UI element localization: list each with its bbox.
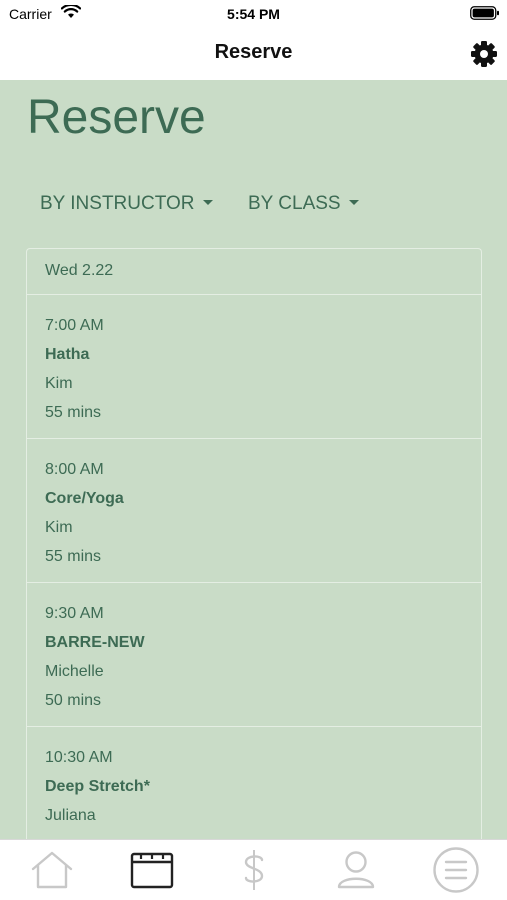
class-row[interactable]: 9:30 AM BARRE-NEW Michelle 50 mins (27, 583, 481, 727)
class-instructor: Michelle (45, 663, 104, 680)
class-row[interactable]: 7:00 AM Hatha Kim 55 mins (27, 295, 481, 439)
class-name: Core/Yoga (45, 490, 124, 507)
nav-title: Reserve (214, 41, 293, 63)
battery-icon (470, 6, 499, 20)
status-bar: Carrier 5:54 PM (0, 0, 507, 28)
class-instructor: Juliana (45, 807, 96, 824)
class-duration: 55 mins (45, 404, 102, 421)
caret-down-icon (348, 200, 359, 206)
class-instructor: Kim (45, 375, 73, 392)
class-time: 7:00 AM (45, 317, 104, 334)
class-row[interactable]: 10:30 AM Deep Stretch* Juliana (27, 727, 481, 839)
tab-pricing[interactable] (229, 848, 279, 892)
tab-profile[interactable] (331, 848, 381, 892)
caret-down-icon (202, 200, 213, 206)
nav-bar: Reserve (0, 28, 507, 80)
class-row[interactable]: 8:00 AM Core/Yoga Kim 55 mins (27, 439, 481, 583)
class-duration: 55 mins (45, 548, 102, 565)
class-name: Deep Stretch* (45, 778, 150, 795)
class-name: Hatha (45, 346, 90, 363)
filter-by-class-dropdown[interactable]: BY CLASS (248, 193, 359, 215)
status-time: 5:54 PM (227, 6, 280, 22)
class-time: 8:00 AM (45, 461, 104, 478)
page-title: Reserve (27, 91, 206, 144)
tab-menu[interactable] (431, 847, 481, 893)
tab-bar (0, 839, 507, 900)
class-time: 9:30 AM (45, 605, 104, 622)
class-time: 10:30 AM (45, 749, 113, 766)
settings-gear-icon[interactable] (470, 40, 498, 68)
reserve-content: Reserve BY INSTRUCTOR BY CLASS Wed 2.22 … (0, 80, 507, 839)
tab-reserve[interactable] (127, 848, 177, 892)
menu-icon (433, 847, 479, 893)
home-icon (31, 851, 73, 889)
class-duration: 50 mins (45, 692, 102, 709)
class-instructor: Kim (45, 519, 73, 536)
date-header: Wed 2.22 (27, 249, 481, 295)
dollar-icon (244, 850, 264, 890)
filter-by-instructor-dropdown[interactable]: BY INSTRUCTOR (40, 193, 213, 215)
filter-by-class-label: BY CLASS (248, 193, 341, 214)
user-icon (337, 851, 375, 889)
tab-home[interactable] (27, 848, 77, 892)
calendar-icon (130, 852, 174, 889)
class-name: BARRE-NEW (45, 634, 145, 651)
schedule-list: Wed 2.22 7:00 AM Hatha Kim 55 mins 8:00 … (26, 248, 482, 839)
filter-by-instructor-label: BY INSTRUCTOR (40, 193, 195, 214)
